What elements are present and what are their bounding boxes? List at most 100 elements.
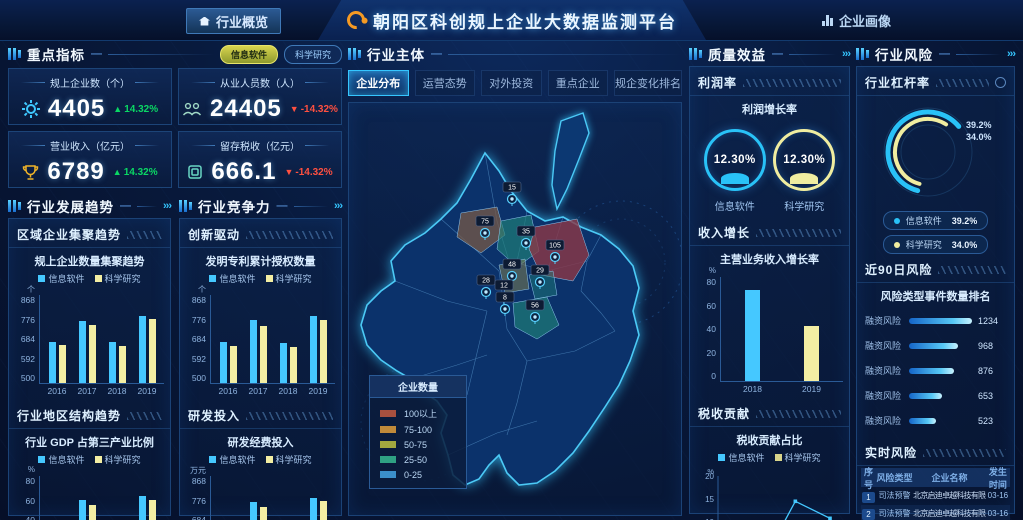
filter-tag[interactable]: 信息软件 [220, 45, 278, 64]
trophy-icon [22, 164, 39, 181]
section-header: 创新驱动 [180, 219, 341, 248]
panel-header-icon [689, 48, 702, 60]
realtime-risk-table: 序号风险类型企业名称发生时间1司法预警北京启迪卓越科技有限公司03-162司法预… [857, 466, 1014, 520]
patent-chart: 发明专利累计授权数量信息软件科学研究个868776684592500201620… [180, 253, 341, 400]
quality-column: 质量效益 — ››› 利润率 利润增长率12.30%信息软件12.30%科学研究… [689, 44, 850, 514]
quality-header: 质量效益 — ››› [689, 44, 850, 64]
profit-gauge: 12.30%信息软件 [704, 129, 766, 213]
panel-header-icon [348, 48, 361, 60]
section-header: 收入增长 [690, 217, 849, 246]
people-icon [182, 101, 202, 117]
panel-header-icon [8, 200, 21, 212]
map-legend-item: 100以上 [370, 404, 466, 422]
more-icon[interactable]: ››› [842, 48, 850, 60]
panel-header-icon [8, 48, 21, 60]
more-icon[interactable]: ››› [334, 200, 342, 212]
left-column: 重点指标 — 信息软件科学研究 规上企业数（个） 4405 ▲14.32% 从业… [8, 44, 342, 516]
svg-text:8: 8 [503, 295, 507, 302]
cluster-trend-chart: 规上企业数量集聚趋势信息软件科学研究个868776684592500201620… [9, 253, 170, 400]
table-row[interactable]: 2司法预警北京启迪卓越科技有限公司03-16 [861, 505, 1010, 520]
competitiveness-header: 行业竞争力 — ››› [179, 196, 342, 216]
profit-rate-gauges: 利润增长率12.30%信息软件12.30%科学研究 [690, 101, 849, 217]
quality-title: 质量效益 [708, 44, 766, 64]
risk-rank-row: 融资风险1234 [865, 308, 1006, 333]
page-title: 朝阳区科创规上企业大数据监测平台 [373, 8, 677, 33]
svg-text:15: 15 [705, 495, 714, 504]
svg-text:28: 28 [482, 278, 490, 285]
svg-text:15: 15 [508, 185, 516, 192]
risk-column: 行业风险 — ››› 行业杠杆率 39.2%34.0%信息软件39.2%科学研究… [856, 44, 1015, 514]
stat-value: 666.1 [211, 158, 276, 186]
svg-text:75: 75 [481, 219, 489, 226]
key-indicator-cards: 规上企业数（个） 4405 ▲14.32% 从业人员数（人） 24405 ▼-1… [8, 68, 342, 188]
info-icon[interactable] [995, 77, 1006, 88]
tab-运营态势[interactable]: 运营态势 [415, 70, 476, 96]
industry-main-header: 行业主体 — [348, 44, 682, 64]
svg-text:48: 48 [508, 262, 516, 269]
map-legend: 企业数量 100以上75-10050-7525-500-25 [369, 375, 467, 489]
stat-delta: ▲14.32% [113, 167, 158, 178]
industry-trend-header: 行业发展趋势 — ››› [8, 196, 171, 216]
svg-text:20: 20 [705, 472, 714, 481]
risk-rank-row: 融资风险523 [865, 408, 1006, 433]
section-header: 区域企业集聚趋势 [9, 219, 170, 248]
map-legend-item: 25-50 [370, 452, 466, 467]
stat-label: 营业收入（亿元） [9, 138, 171, 153]
home-icon [199, 17, 210, 26]
stat-delta: ▼-14.32% [290, 104, 338, 115]
risk-rank-row: 融资风险653 [865, 383, 1006, 408]
stat-label: 留存税收（亿元） [179, 138, 341, 153]
stat-card-tax: 留存税收（亿元） 666.1 ▼-14.32% [178, 131, 342, 188]
stat-delta: ▲14.32% [113, 104, 158, 115]
stat-label: 规上企业数（个） [9, 75, 171, 90]
map-legend-item: 75-100 [370, 422, 466, 437]
industry-main-column: 行业主体 — 企业分布运营态势对外投资重点企业规企变化排名 [348, 44, 682, 516]
risk-panel: 行业杠杆率 39.2%34.0%信息软件39.2%科学研究34.0% 近90日风… [856, 66, 1015, 514]
nav-enterprise-portrait[interactable]: 企业画像 [810, 8, 903, 32]
leverage-gauge: 39.2%34.0%信息软件39.2%科学研究34.0% [857, 96, 1014, 254]
risk-rank-row: 融资风险876 [865, 358, 1006, 383]
tab-对外投资[interactable]: 对外投资 [481, 70, 542, 96]
panel-header-icon [179, 200, 192, 212]
top-header: 行业概览 朝阳区科创规上企业大数据监测平台 企业画像 [0, 0, 1023, 41]
svg-text:39.2%: 39.2% [966, 120, 992, 130]
svg-text:105: 105 [549, 243, 561, 250]
industry-main-title: 行业主体 [367, 44, 425, 64]
bar-chart-icon [822, 15, 833, 26]
section-header: 实时风险 [857, 437, 1014, 466]
section-header: 近90日风险 [857, 254, 1014, 283]
stat-delta: ▼-14.32% [284, 167, 332, 178]
section-header: 研发投入 [180, 400, 341, 429]
competitiveness-block: 行业竞争力 — ››› 创新驱动 发明专利累计授权数量信息软件科学研究个8687… [179, 196, 342, 516]
more-icon[interactable]: ››› [1007, 48, 1015, 60]
quality-panel: 利润率 利润增长率12.30%信息软件12.30%科学研究 收入增长 主营业务收… [689, 66, 850, 514]
nav-industry-overview[interactable]: 行业概览 [186, 8, 281, 34]
svg-text:34.0%: 34.0% [966, 132, 992, 142]
tab-企业分布[interactable]: 企业分布 [348, 70, 409, 96]
section-header: 利润率 [690, 67, 849, 96]
tab-规企变化排名[interactable]: 规企变化排名 [614, 70, 682, 96]
svg-text:12: 12 [500, 283, 508, 290]
stat-label: 从业人员数（人） [179, 75, 341, 90]
tab-重点企业[interactable]: 重点企业 [548, 70, 609, 96]
industry-trend-block: 行业发展趋势 — ››› 区域企业集聚趋势 规上企业数量集聚趋势信息软件科学研究… [8, 196, 171, 516]
industry-trend-title: 行业发展趋势 [27, 196, 114, 216]
section-header: 税收贡献 [690, 398, 849, 427]
stat-value: 24405 [210, 95, 282, 123]
map-legend-item: 0-25 [370, 467, 466, 482]
filter-tag[interactable]: 科学研究 [284, 45, 342, 64]
stat-card-employees: 从业人员数（人） 24405 ▼-14.32% [178, 68, 342, 125]
more-icon[interactable]: ››› [163, 200, 171, 212]
risk-header: 行业风险 — ››› [856, 44, 1015, 64]
rd-invest-chart: 研发经费投入信息软件科学研究万元868776684592500201620172… [180, 434, 341, 520]
platform-logo-icon [343, 7, 368, 32]
enterprise-distribution-map-panel: 15753510548292812856 企业数量 100以上75-10050-… [348, 102, 682, 516]
panel-header-icon [856, 48, 869, 60]
competitiveness-panel: 创新驱动 发明专利累计授权数量信息软件科学研究个8687766845925002… [179, 218, 342, 516]
svg-text:35: 35 [522, 229, 530, 236]
tax-contribution-chart: 税收贡献占比信息软件科学研究%051015202016201720182019 [690, 432, 849, 520]
stat-card-revenue: 营业收入（亿元） 6789 ▲14.32% [8, 131, 172, 188]
key-indicators-title: 重点指标 [27, 44, 85, 64]
industry-filter-tags: 信息软件科学研究 [220, 45, 342, 64]
stat-card-enterprise-count: 规上企业数（个） 4405 ▲14.32% [8, 68, 172, 125]
